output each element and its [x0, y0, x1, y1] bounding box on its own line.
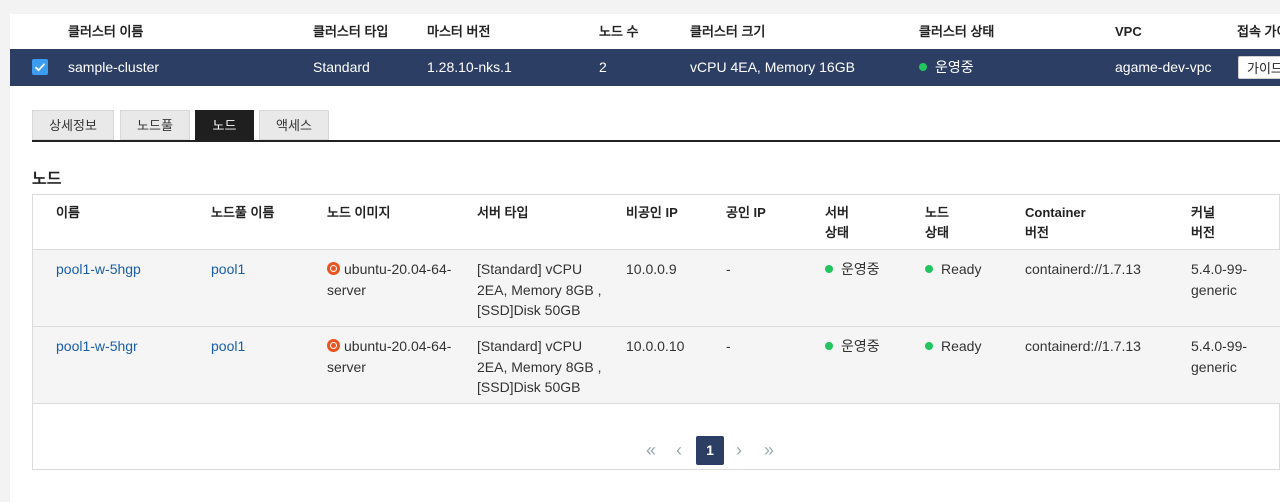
tab-nodepool[interactable]: 노드풀 — [120, 110, 190, 140]
node-count: 2 — [599, 59, 607, 75]
first-page-icon[interactable]: « — [641, 435, 661, 465]
col-cluster-status: 클러스터 상태 — [919, 24, 995, 39]
cluster-status: 운영중 — [919, 49, 974, 86]
col-cluster-name: 클러스터 이름 — [68, 24, 144, 39]
col-kernel-version: 커널 버전 — [1191, 205, 1215, 240]
col-access-guide: 접속 가이드 — [1237, 24, 1280, 39]
cluster-size: vCPU 4EA, Memory 16GB — [690, 59, 855, 75]
status-dot-icon — [925, 342, 933, 350]
container-version: containerd://1.7.13 — [1025, 338, 1141, 354]
node-image: ubuntu-20.04-64- server — [327, 338, 452, 375]
col-server-status: 서버 상태 — [825, 205, 849, 240]
section-title: 노드 — [32, 171, 62, 188]
public-ip: - — [726, 338, 731, 354]
server-status: 운영중 — [825, 336, 880, 357]
private-ip: 10.0.0.10 — [626, 338, 685, 354]
col-node-image: 노드 이미지 — [327, 205, 391, 220]
access-guide-button[interactable]: 가이드 — [1238, 56, 1280, 79]
check-icon — [34, 63, 46, 72]
vpc-name: agame-dev-vpc — [1115, 59, 1212, 75]
next-page-icon[interactable]: › — [731, 435, 747, 465]
server-status: 운영중 — [825, 259, 880, 280]
status-dot-icon — [825, 265, 833, 273]
tab-node[interactable]: 노드 — [195, 110, 254, 140]
prev-page-icon[interactable]: ‹ — [671, 435, 687, 465]
server-type: [Standard] vCPU 2EA, Memory 8GB , [SSD]Dis… — [477, 261, 602, 318]
container-version: containerd://1.7.13 — [1025, 261, 1141, 277]
node-table: 이름 노드풀 이름 노드 이미지 서버 타입 비공인 IP 공인 IP 서버 상태… — [32, 194, 1280, 470]
col-node-status: 노드 상태 — [925, 205, 949, 240]
node-status: Ready — [925, 336, 981, 357]
kernel-version: 5.4.0-99- generic — [1191, 261, 1248, 298]
kernel-version: 5.4.0-99- generic — [1191, 338, 1248, 375]
tab-underline — [32, 140, 1280, 142]
content-panel: 클러스터 이름 클러스터 타입 마스터 버전 노드 수 클러스터 크기 클러스터… — [10, 14, 1280, 502]
col-vpc: VPC — [1115, 24, 1142, 39]
node-name-link[interactable]: pool1-w-5hgp — [56, 259, 141, 280]
tab-access[interactable]: 액세스 — [259, 110, 329, 140]
col-private-ip: 비공인 IP — [626, 205, 678, 220]
node-table-header: 이름 노드풀 이름 노드 이미지 서버 타입 비공인 IP 공인 IP 서버 상태… — [33, 195, 1280, 250]
node-status: Ready — [925, 259, 981, 280]
server-type: [Standard] vCPU 2EA, Memory 8GB , [SSD]Dis… — [477, 338, 602, 395]
master-version: 1.28.10-nks.1 — [427, 59, 512, 75]
col-public-ip: 공인 IP — [726, 205, 766, 220]
status-dot-icon — [919, 63, 927, 71]
ubuntu-icon — [327, 262, 340, 275]
col-cluster-type: 클러스터 타입 — [313, 24, 389, 39]
col-container-version: Container 버전 — [1025, 205, 1086, 240]
nodepool-link[interactable]: pool1 — [211, 336, 245, 357]
col-nodepool-name: 노드풀 이름 — [211, 205, 275, 220]
nodepool-link[interactable]: pool1 — [211, 259, 245, 280]
cluster-table-header: 클러스터 이름 클러스터 타입 마스터 버전 노드 수 클러스터 크기 클러스터… — [10, 14, 1280, 49]
cluster-row-selected[interactable]: sample-cluster Standard 1.28.10-nks.1 2 … — [10, 49, 1280, 86]
status-dot-icon — [925, 265, 933, 273]
col-server-type: 서버 타입 — [477, 205, 529, 220]
last-page-icon[interactable]: » — [759, 435, 779, 465]
row-checkbox[interactable] — [32, 59, 48, 75]
status-dot-icon — [825, 342, 833, 350]
node-name-link[interactable]: pool1-w-5hgr — [56, 336, 138, 357]
private-ip: 10.0.0.9 — [626, 261, 677, 277]
page-button-current[interactable]: 1 — [696, 436, 724, 465]
col-node-name: 이름 — [56, 205, 80, 220]
tab-details[interactable]: 상세정보 — [32, 110, 114, 140]
pagination: « ‹ 1 › » — [33, 435, 1280, 465]
ubuntu-icon — [327, 339, 340, 352]
table-row[interactable]: pool1-w-5hgp pool1 ubuntu-20.04-64- serve… — [33, 250, 1280, 327]
node-image: ubuntu-20.04-64- server — [327, 261, 452, 298]
cluster-name: sample-cluster — [68, 59, 160, 75]
table-row[interactable]: pool1-w-5hgr pool1 ubuntu-20.04-64- serve… — [33, 327, 1280, 404]
col-cluster-size: 클러스터 크기 — [690, 24, 766, 39]
cluster-type: Standard — [313, 59, 370, 75]
col-master-version: 마스터 버전 — [427, 24, 491, 39]
col-node-count: 노드 수 — [599, 24, 639, 39]
public-ip: - — [726, 261, 731, 277]
